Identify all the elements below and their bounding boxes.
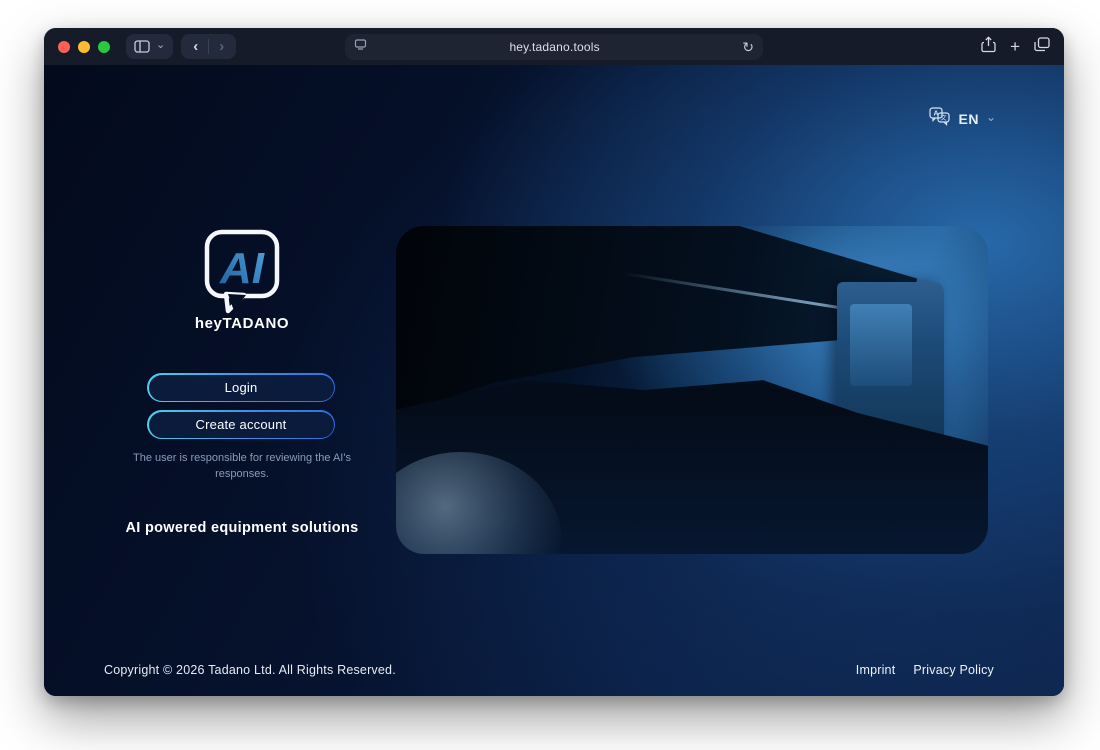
hero-crane-image xyxy=(396,226,988,554)
nav-buttons: ‹ › xyxy=(181,34,237,59)
chevron-down-icon[interactable]: ⌄ xyxy=(156,38,165,51)
page-format-icon[interactable] xyxy=(354,38,367,56)
privacy-policy-link[interactable]: Privacy Policy xyxy=(913,663,994,677)
footer-links: Imprint Privacy Policy xyxy=(856,663,994,677)
back-button[interactable]: ‹ xyxy=(189,39,202,54)
minimize-window-button[interactable] xyxy=(78,40,90,53)
language-chevron-icon: ⌄ xyxy=(985,110,996,124)
reload-icon[interactable]: ↻ xyxy=(742,39,754,56)
login-button-label[interactable]: Login xyxy=(148,374,334,401)
app-name: heyTADANO xyxy=(194,315,290,332)
ai-disclaimer-text: The user is responsible for reviewing th… xyxy=(133,452,351,480)
hero-cab-window xyxy=(849,303,912,386)
language-selector[interactable]: A 文 EN ⌄ xyxy=(929,107,996,131)
url-text[interactable]: hey.tadano.tools xyxy=(367,40,742,54)
translate-icon: A 文 xyxy=(929,107,951,131)
sidebar-toggle[interactable]: ⌄ xyxy=(126,34,174,59)
logo-letters-ai: AI xyxy=(219,244,265,293)
browser-window: ⌄ ‹ › hey.tadano.tools ↻ + A 文 EN ⌄ AI h… xyxy=(44,28,1064,696)
copyright-text: Copyright © 2026 Tadano Ltd. All Rights … xyxy=(104,663,396,677)
share-icon[interactable] xyxy=(981,35,996,58)
forward-button[interactable]: › xyxy=(215,39,228,54)
svg-text:文: 文 xyxy=(941,114,947,122)
zoom-window-button[interactable] xyxy=(98,40,110,53)
app-logo: AI xyxy=(204,229,280,320)
window-controls xyxy=(58,40,110,53)
imprint-link[interactable]: Imprint xyxy=(856,663,896,677)
new-tab-button[interactable]: + xyxy=(1010,38,1020,55)
create-account-button-label[interactable]: Create account xyxy=(148,411,334,438)
create-account-button[interactable]: Create account xyxy=(147,410,335,439)
browser-titlebar: ⌄ ‹ › hey.tadano.tools ↻ + xyxy=(44,28,1064,65)
tagline-text: AI powered equipment solutions xyxy=(125,520,359,536)
nav-divider xyxy=(208,39,210,54)
login-button[interactable]: Login xyxy=(147,373,335,402)
tab-overview-icon[interactable] xyxy=(1034,36,1050,57)
page-content: A 文 EN ⌄ AI heyTADANO Login Create accou… xyxy=(44,65,1064,696)
language-code[interactable]: EN xyxy=(958,111,978,127)
svg-text:A: A xyxy=(934,111,939,118)
titlebar-right-actions: + xyxy=(981,35,1050,58)
sidebar-icon xyxy=(134,40,150,53)
close-window-button[interactable] xyxy=(58,40,70,53)
address-bar[interactable]: hey.tadano.tools ↻ xyxy=(345,34,763,60)
